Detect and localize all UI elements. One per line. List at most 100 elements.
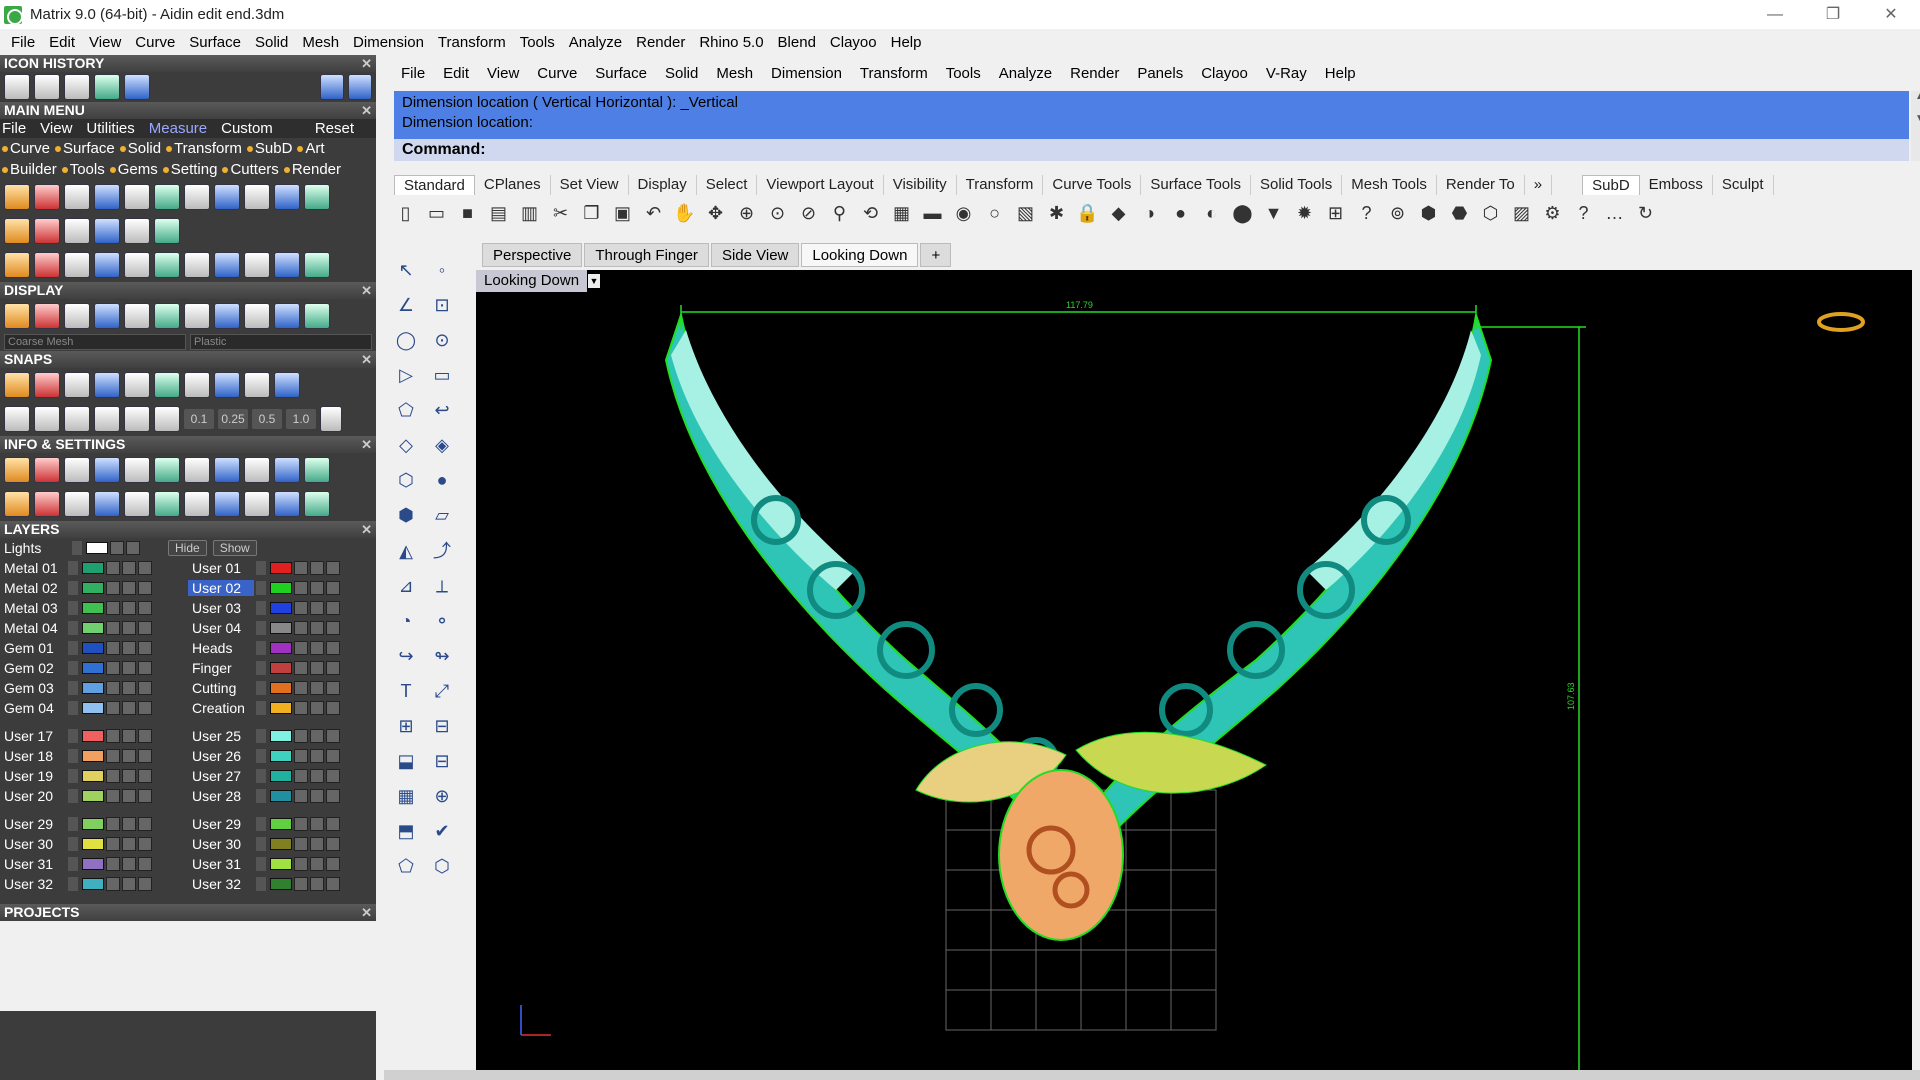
tool-icon[interactable] <box>94 457 120 483</box>
lock-icon[interactable] <box>294 681 308 695</box>
rhino-menu-surface[interactable]: Surface <box>586 65 656 82</box>
visible-icon[interactable] <box>310 681 324 695</box>
tool-icon[interactable] <box>274 372 300 398</box>
visible-icon[interactable] <box>122 621 136 635</box>
layer-color-swatch[interactable] <box>82 818 104 830</box>
lock-icon[interactable] <box>106 729 120 743</box>
layer-color-swatch[interactable] <box>270 858 292 870</box>
toolbar-icon[interactable]: ✋ <box>671 200 698 227</box>
tool-icon[interactable] <box>304 457 330 483</box>
tool-icon[interactable] <box>304 303 330 329</box>
lock-icon[interactable] <box>294 601 308 615</box>
tool-icon[interactable] <box>4 218 30 244</box>
lock-icon[interactable] <box>294 621 308 635</box>
tab-mesh-tools[interactable]: Mesh Tools <box>1342 175 1437 195</box>
toolbar-icon[interactable]: … <box>1601 200 1628 227</box>
snap-icon[interactable] <box>124 406 150 432</box>
toolbar-icon[interactable]: ▣ <box>609 200 636 227</box>
side-tool-icon[interactable]: ⬠ <box>391 852 421 882</box>
history-folder-icon[interactable] <box>124 74 150 100</box>
tab-subd[interactable]: SubD <box>1582 175 1640 195</box>
side-tool-icon[interactable]: ▦ <box>391 782 421 812</box>
layer-name[interactable]: Cutting <box>188 680 254 696</box>
toolbar-icon[interactable]: ◆ <box>1105 200 1132 227</box>
side-tool-icon[interactable]: ✔ <box>427 817 457 847</box>
toolbar-icon[interactable]: ▼ <box>1260 200 1287 227</box>
expand-arrow-icon[interactable] <box>68 857 78 871</box>
layer-color-swatch[interactable] <box>270 642 292 654</box>
select-icon[interactable] <box>138 857 152 871</box>
tool-icon[interactable] <box>154 218 180 244</box>
tab-set-view[interactable]: Set View <box>551 175 629 195</box>
expand-arrow-icon[interactable] <box>68 729 78 743</box>
tool-icon[interactable] <box>64 184 90 210</box>
tool-icon[interactable] <box>184 491 210 517</box>
layer-name[interactable]: Gem 01 <box>0 640 66 656</box>
toolbar-icon[interactable]: ▨ <box>1508 200 1535 227</box>
select-icon[interactable] <box>138 749 152 763</box>
tool-icon[interactable] <box>4 252 30 278</box>
toolbar-icon[interactable]: ⊙ <box>764 200 791 227</box>
lock-icon[interactable] <box>294 701 308 715</box>
tool-icon[interactable] <box>94 303 120 329</box>
lock-icon[interactable] <box>294 877 308 891</box>
tool-icon[interactable] <box>244 184 270 210</box>
menu-analyze[interactable]: Analyze <box>562 34 629 51</box>
side-tool-icon[interactable]: ⟂ <box>427 572 457 602</box>
layer-name[interactable]: User 28 <box>188 788 254 804</box>
rhino-menu-analyze[interactable]: Analyze <box>990 65 1061 82</box>
select-icon[interactable] <box>138 701 152 715</box>
view-tab-through-finger[interactable]: Through Finger <box>584 243 709 267</box>
expand-arrow-icon[interactable] <box>68 621 78 635</box>
tool-icon[interactable] <box>124 303 150 329</box>
layer-color-swatch[interactable] <box>82 702 104 714</box>
close-icon[interactable]: ✕ <box>361 521 372 538</box>
tool-icon[interactable] <box>94 218 120 244</box>
tool-icon[interactable] <box>184 303 210 329</box>
visible-icon[interactable] <box>122 769 136 783</box>
menu-tools[interactable]: Tools <box>513 34 562 51</box>
visible-icon[interactable] <box>310 837 324 851</box>
lock-icon[interactable] <box>294 769 308 783</box>
layer-color-swatch[interactable] <box>270 622 292 634</box>
grid-icon[interactable] <box>320 406 342 432</box>
ring-preview-icon[interactable] <box>1817 312 1865 332</box>
side-tool-icon[interactable]: ⬡ <box>427 852 457 882</box>
menu-solid[interactable]: Solid <box>248 34 295 51</box>
tool-icon[interactable] <box>154 372 180 398</box>
side-tool-icon[interactable]: ∠ <box>391 290 421 320</box>
add-view-button[interactable]: + <box>920 243 952 267</box>
toolbar-icon[interactable]: ● <box>1167 200 1194 227</box>
close-icon[interactable]: ✕ <box>361 904 372 921</box>
layer-color-swatch[interactable] <box>82 750 104 762</box>
tool-icon[interactable] <box>64 372 90 398</box>
rhino-menu-help[interactable]: Help <box>1316 65 1365 82</box>
layer-color-swatch[interactable] <box>82 858 104 870</box>
visible-icon[interactable] <box>122 749 136 763</box>
select-icon[interactable] <box>138 789 152 803</box>
side-tool-icon[interactable]: ↪ <box>391 642 421 672</box>
layer-color-swatch[interactable] <box>82 602 104 614</box>
select-icon[interactable] <box>326 749 340 763</box>
layer-name[interactable]: User 29 <box>188 816 254 832</box>
category-surface[interactable]: Surface <box>55 140 115 157</box>
category-builder[interactable]: Builder <box>2 161 57 178</box>
close-icon[interactable]: ✕ <box>361 436 372 453</box>
select-icon[interactable] <box>326 837 340 851</box>
tool-icon[interactable] <box>244 372 270 398</box>
select-icon[interactable] <box>138 561 152 575</box>
select-icon[interactable] <box>326 729 340 743</box>
select-icon[interactable] <box>326 877 340 891</box>
tool-icon[interactable] <box>304 184 330 210</box>
tool-icon[interactable] <box>274 457 300 483</box>
expand-arrow-icon[interactable] <box>256 661 266 675</box>
side-tool-icon[interactable]: ⊕ <box>427 782 457 812</box>
lock-icon[interactable] <box>294 817 308 831</box>
tab-render-to[interactable]: Render To <box>1437 175 1525 195</box>
side-tool-icon[interactable]: ⬓ <box>391 747 421 777</box>
tool-icon[interactable] <box>274 184 300 210</box>
tab-cplanes[interactable]: CPlanes <box>475 175 551 195</box>
lock-icon[interactable] <box>294 749 308 763</box>
layer-color-swatch[interactable] <box>82 838 104 850</box>
select-icon[interactable] <box>138 661 152 675</box>
